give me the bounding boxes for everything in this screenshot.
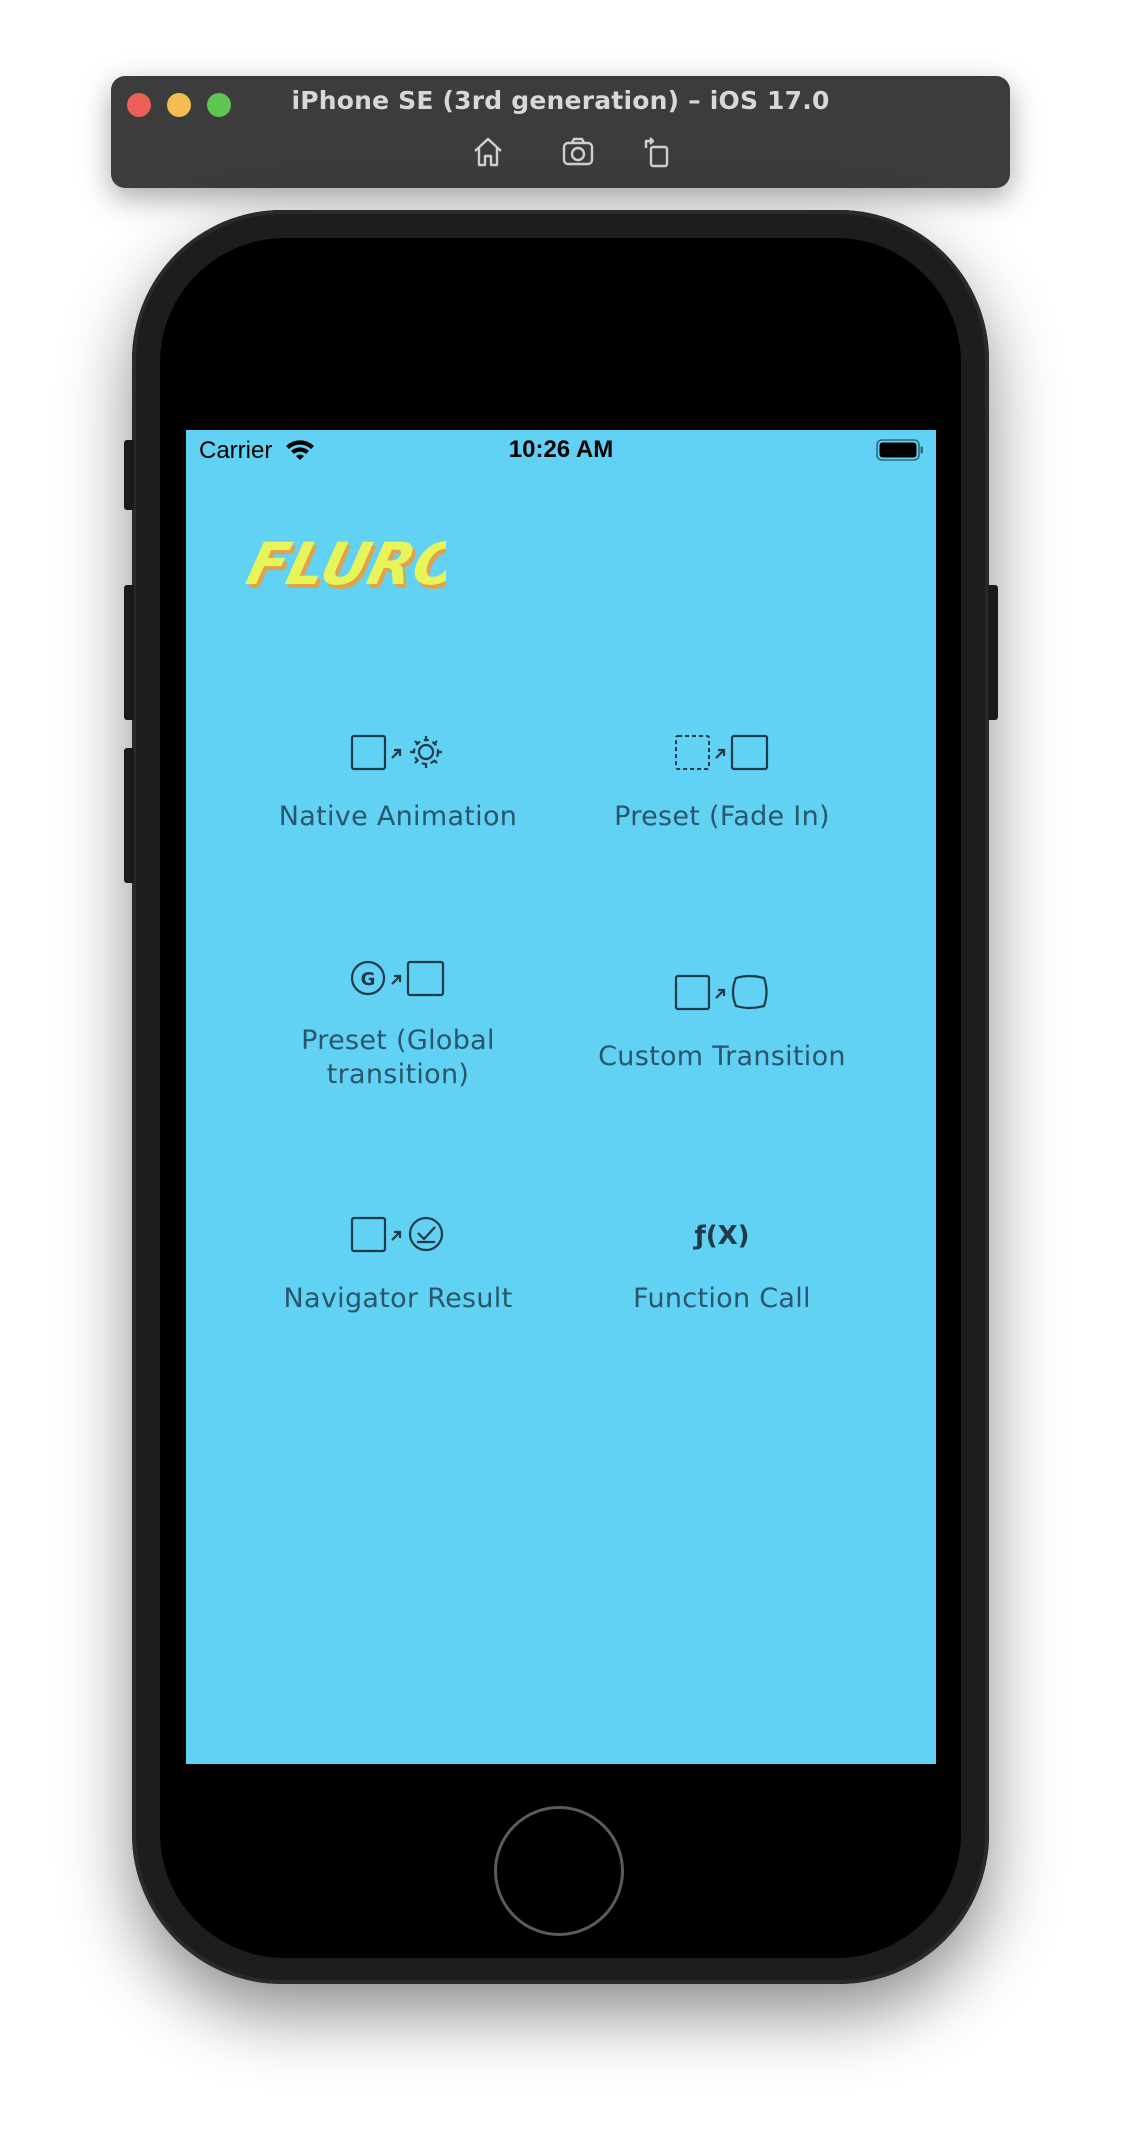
status-bar: Carrier 10:26 AM <box>186 430 936 470</box>
global-transition-icon: G <box>350 960 445 997</box>
native-animation-tile[interactable]: Native Animation <box>248 732 548 834</box>
tile-label: Preset (Global transition) <box>301 1025 495 1090</box>
svg-text:ƒ(X): ƒ(X) <box>692 1221 749 1251</box>
function-call-tile[interactable]: ƒ(X) Function Call <box>572 1214 872 1316</box>
custom-transition-icon <box>674 974 768 1011</box>
fluro-logo: FLURO FLURO <box>241 530 446 602</box>
function-call-icon: ƒ(X) <box>692 1221 749 1251</box>
home-button[interactable] <box>494 1806 624 1936</box>
app-screen: Carrier 10:26 AM FLURO FLURO Native Anim… <box>186 430 936 1764</box>
power-button <box>988 585 998 720</box>
camera-icon[interactable] <box>560 134 596 170</box>
rotate-icon[interactable] <box>640 134 676 170</box>
battery-icon <box>876 439 923 461</box>
home-icon[interactable] <box>470 134 506 170</box>
custom-transition-tile[interactable]: Custom Transition <box>572 972 872 1074</box>
tile-label: Function Call <box>633 1283 811 1314</box>
fade-in-icon <box>675 734 769 771</box>
status-time: 10:26 AM <box>508 436 614 463</box>
tile-label: Preset (Fade In) <box>614 801 830 832</box>
navigator-result-tile[interactable]: Navigator Result <box>248 1214 548 1316</box>
volume-down-button <box>124 748 134 883</box>
simulator-title: iPhone SE (3rd generation) – iOS 17.0 <box>291 86 830 115</box>
svg-text:G: G <box>361 969 376 990</box>
mute-switch <box>124 440 134 510</box>
global-transition-tile[interactable]: G Preset (Global transition) <box>248 958 548 1092</box>
tile-label: Custom Transition <box>598 1041 846 1072</box>
native-animation-icon <box>350 734 442 771</box>
tile-label: Navigator Result <box>283 1283 513 1314</box>
tile-label: Native Animation <box>278 801 518 832</box>
volume-up-button <box>124 585 134 720</box>
fade-in-tile[interactable]: Preset (Fade In) <box>572 732 872 834</box>
navigator-result-icon <box>350 1216 444 1253</box>
fluro-logo-text: FLURO <box>241 530 446 598</box>
